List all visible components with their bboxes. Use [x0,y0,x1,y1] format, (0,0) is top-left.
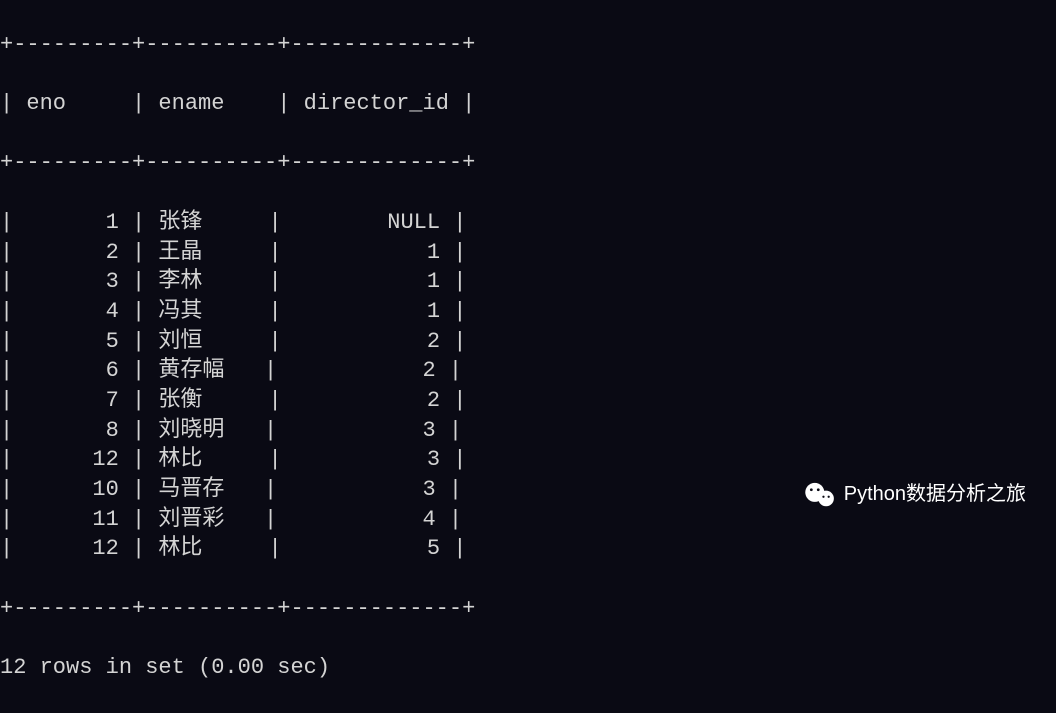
cell-ename: 李林 [145,267,268,297]
header-director-id: director_id [290,89,462,119]
cell-eno: 12 [13,445,132,475]
cell-director-id: 4 [277,505,449,535]
cell-director-id: 1 [282,297,454,327]
cell-director-id: 1 [282,238,454,268]
cell-ename: 刘晋彩 [145,505,264,535]
cell-eno: 6 [13,356,132,386]
wechat-icon [804,482,836,508]
table-row: | 1 | 张锋 | NULL | [0,208,1056,238]
cell-director-id: 2 [277,356,449,386]
cell-ename: 张锋 [145,208,268,238]
cell-director-id: 3 [277,475,449,505]
cell-eno: 5 [13,327,132,357]
cell-eno: 2 [13,238,132,268]
table-row: | 12 | 林比 | 5 | [0,534,1056,564]
cell-ename: 刘晓明 [145,416,264,446]
table-row: | 5 | 刘恒 | 2 | [0,327,1056,357]
cell-eno: 1 [13,208,132,238]
cell-ename: 张衡 [145,386,268,416]
cell-eno: 11 [13,505,132,535]
cell-director-id: 2 [282,386,454,416]
table-row: | 12 | 林比 | 3 | [0,445,1056,475]
table-border-bottom: +---------+----------+-------------+ [0,594,1056,624]
table-border-mid: +---------+----------+-------------+ [0,148,1056,178]
cell-director-id: NULL [282,208,454,238]
cell-director-id: 1 [282,267,454,297]
terminal-output: +---------+----------+-------------+ | e… [0,0,1056,713]
table-border-top: +---------+----------+-------------+ [0,30,1056,60]
table-row: | 11 | 刘晋彩 | 4 | [0,505,1056,535]
table-row: | 6 | 黄存幅 | 2 | [0,356,1056,386]
table-header-row: | eno | ename | director_id | [0,89,1056,119]
cell-ename: 冯其 [145,297,268,327]
status-line: 12 rows in set (0.00 sec) [0,653,1056,683]
cell-director-id: 2 [282,327,454,357]
cell-ename: 林比 [145,534,268,564]
cell-director-id: 3 [282,445,454,475]
cell-ename: 林比 [145,445,268,475]
table-row: | 2 | 王晶 | 1 | [0,238,1056,268]
cell-eno: 4 [13,297,132,327]
watermark: Python数据分析之旅 [804,481,1026,508]
cell-ename: 王晶 [145,238,268,268]
cell-eno: 7 [13,386,132,416]
table-row: | 7 | 张衡 | 2 | [0,386,1056,416]
cell-eno: 10 [13,475,132,505]
table-row: | 4 | 冯其 | 1 | [0,297,1056,327]
table-row: | 8 | 刘晓明 | 3 | [0,416,1056,446]
cell-ename: 黄存幅 [145,356,264,386]
cell-director-id: 5 [282,534,454,564]
cell-ename: 刘恒 [145,327,268,357]
cell-ename: 马晋存 [145,475,264,505]
table-row: | 3 | 李林 | 1 | [0,267,1056,297]
cell-eno: 3 [13,267,132,297]
cell-eno: 8 [13,416,132,446]
header-ename: ename [145,89,277,119]
table-body: | 1 | 张锋 | NULL || 2 | 王晶 | 1 || 3 | 李林 … [0,208,1056,564]
cell-eno: 12 [13,534,132,564]
watermark-text: Python数据分析之旅 [844,481,1026,508]
header-eno: eno [13,89,132,119]
cell-director-id: 3 [277,416,449,446]
